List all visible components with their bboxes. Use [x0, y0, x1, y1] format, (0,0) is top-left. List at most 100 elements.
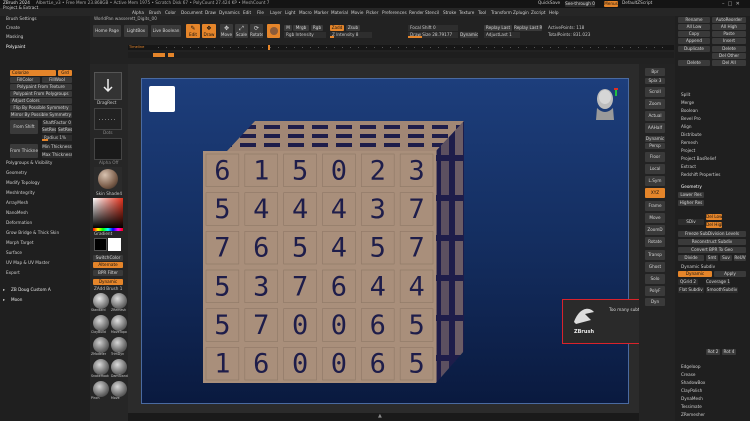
- material-button[interactable]: [94, 167, 122, 191]
- brush-movetopo[interactable]: [111, 315, 127, 331]
- align-item[interactable]: Align: [681, 123, 692, 131]
- dynamic-subdiv-header[interactable]: Dynamic Subdiv: [681, 263, 715, 271]
- transp-button[interactable]: Transp: [645, 250, 665, 260]
- del-other-button[interactable]: Del Other: [712, 53, 746, 59]
- rotate-view-button[interactable]: Rotate: [645, 237, 665, 247]
- del-all-button[interactable]: Del All: [712, 60, 746, 66]
- replay-last-button[interactable]: Replay Last: [484, 25, 512, 31]
- rot-2-button[interactable]: Rot 2: [706, 349, 720, 355]
- append-button[interactable]: Append: [678, 38, 710, 44]
- shadowbox-item[interactable]: ShadowBox: [681, 379, 705, 387]
- rot-4-button[interactable]: Rot 4: [722, 349, 736, 355]
- fill-color-button[interactable]: FillColor: [10, 77, 40, 83]
- menu-layer[interactable]: Layer: [270, 9, 282, 16]
- draw-size-slider[interactable]: Draw Size 28.79177: [408, 32, 458, 38]
- del-higher-button[interactable]: Del Higher: [706, 222, 722, 228]
- colorize-button[interactable]: Colorize: [10, 70, 56, 76]
- paste-button[interactable]: Paste: [712, 31, 746, 37]
- live-boolean-button[interactable]: Live Boolean: [151, 25, 181, 37]
- xyz-button[interactable]: XYZ: [645, 188, 665, 198]
- lower-res-button[interactable]: Lower Res: [678, 192, 704, 198]
- alternate-button[interactable]: Alternate: [93, 262, 123, 268]
- rename-button[interactable]: Rename: [678, 17, 710, 23]
- switch-color-button[interactable]: SwitchColor: [93, 255, 123, 261]
- brush-trimdyn[interactable]: [111, 337, 127, 353]
- max-thickness-slider[interactable]: Max Thickness: [42, 152, 72, 158]
- brush-claybuild[interactable]: [93, 315, 109, 331]
- menu-zscript[interactable]: Zscript: [531, 9, 546, 16]
- menu-tool[interactable]: Tool: [478, 9, 486, 16]
- menu-light[interactable]: Light: [285, 9, 295, 16]
- qgrid-slider[interactable]: QGrid 2: [678, 279, 698, 285]
- project-item[interactable]: Project: [681, 147, 695, 155]
- shaft-factor-slider[interactable]: ShaftFactor 0: [42, 120, 72, 126]
- z-intensity-slider[interactable]: Z Intensity 8: [330, 32, 372, 38]
- zoom-view-button[interactable]: ZoomD: [645, 225, 665, 235]
- alpha-off-button[interactable]: [94, 138, 122, 160]
- grow-bridge-item[interactable]: Grow Bridge & Thick Skin: [6, 229, 59, 237]
- project-basrelief-item[interactable]: Project BasRelief: [681, 155, 716, 163]
- dynamesh-item[interactable]: DynaMesh: [681, 395, 703, 403]
- freeze-subdiv-button[interactable]: Freeze SubDivision Levels: [678, 231, 746, 237]
- merge-item[interactable]: Merge: [681, 99, 694, 107]
- aahalf-button[interactable]: AAHalf: [645, 123, 665, 133]
- edit-button[interactable]: ✎ Edit: [186, 24, 200, 38]
- dyn-button[interactable]: Dyn: [645, 298, 665, 306]
- insert-button[interactable]: Insert: [712, 38, 746, 44]
- smooth-subdiv-slider[interactable]: SmoothSubdiv: [706, 287, 738, 293]
- uv-map-item[interactable]: UV Map & UV Master: [6, 259, 50, 267]
- polypaint-from-texture-button[interactable]: Polypaint From Texture: [10, 84, 72, 90]
- flip-symmetry-button[interactable]: Flip By Possible Symmetry: [10, 105, 72, 111]
- bpr-button[interactable]: Bpr: [645, 68, 665, 76]
- surface-item[interactable]: Surface: [6, 249, 22, 257]
- from-thickness-button[interactable]: From Thickness: [10, 144, 38, 158]
- auto-reorder-button[interactable]: AutoReorder: [712, 17, 746, 23]
- menu-stroke[interactable]: Stroke: [443, 9, 456, 16]
- divide-button[interactable]: Divide: [678, 255, 704, 261]
- dynamic-mode-button[interactable]: Dynamic: [93, 279, 123, 285]
- copy-button[interactable]: Copy: [678, 31, 710, 37]
- scale-button[interactable]: ⤢ Scale: [235, 24, 248, 38]
- duplicate-button[interactable]: Duplicate: [678, 46, 710, 52]
- extract-item[interactable]: Extract: [681, 163, 696, 171]
- polypaint-item[interactable]: Polypaint: [6, 43, 25, 51]
- menu-material[interactable]: Material: [331, 9, 348, 16]
- deformation-item[interactable]: Deformation: [6, 219, 32, 227]
- flat-subdiv-slider[interactable]: Flat Subdiv: [678, 287, 704, 293]
- home-page-button[interactable]: Home Page: [93, 25, 121, 37]
- radius-slider[interactable]: Radius 1%: [42, 135, 72, 141]
- adjust-colors-button[interactable]: Adjust Colors: [10, 98, 72, 104]
- menu-file[interactable]: File: [257, 9, 264, 16]
- see-through-slider[interactable]: See-through 0: [565, 1, 595, 7]
- reuv-button[interactable]: ReUV: [734, 255, 746, 261]
- subtool-row-moon[interactable]: ▸ Moon: [3, 297, 87, 305]
- delete-subtool-button[interactable]: Delete: [712, 46, 746, 52]
- material-swatch-button[interactable]: [267, 24, 280, 38]
- nano-mesh-item[interactable]: NanoMesh: [6, 209, 28, 217]
- menu-document[interactable]: Document: [181, 9, 203, 16]
- lightbox-button[interactable]: LightBox: [124, 25, 148, 37]
- actual-button[interactable]: Actual: [645, 111, 665, 121]
- brush-pinch[interactable]: [93, 381, 109, 397]
- polypaint-from-polygroups-button[interactable]: Polypaint From Polygroups: [10, 91, 72, 97]
- rgb-intensity-slider[interactable]: Rgb Intensity: [284, 32, 326, 38]
- crease-item[interactable]: Crease: [681, 371, 695, 379]
- menu-macro[interactable]: Macro: [299, 9, 312, 16]
- replay-last-rel-button[interactable]: Replay Last Rel: [514, 25, 542, 31]
- create-item[interactable]: Create: [6, 24, 20, 32]
- persp-button[interactable]: Persp: [645, 143, 665, 149]
- menu-picker[interactable]: Picker: [366, 9, 378, 16]
- m-button[interactable]: M: [284, 25, 292, 31]
- local-button[interactable]: Local: [645, 164, 665, 174]
- masking-item[interactable]: Masking: [6, 33, 23, 41]
- zsub-button[interactable]: Zsub: [346, 25, 360, 31]
- geometry-header[interactable]: Geometry: [681, 183, 702, 191]
- brush-zmodeler[interactable]: [93, 337, 109, 353]
- menu-help[interactable]: Help: [549, 9, 559, 16]
- polygroups-visibility-item[interactable]: Polygroups & Visibility: [6, 159, 52, 167]
- mirror-symmetry-button[interactable]: Mirror By Possible Symmetry: [10, 112, 72, 118]
- zadd-button[interactable]: Zadd: [330, 25, 344, 31]
- fill-wool-button[interactable]: FillWool: [42, 77, 72, 83]
- boolean-item[interactable]: Boolean: [681, 107, 698, 115]
- brush-zremesh[interactable]: [111, 293, 127, 309]
